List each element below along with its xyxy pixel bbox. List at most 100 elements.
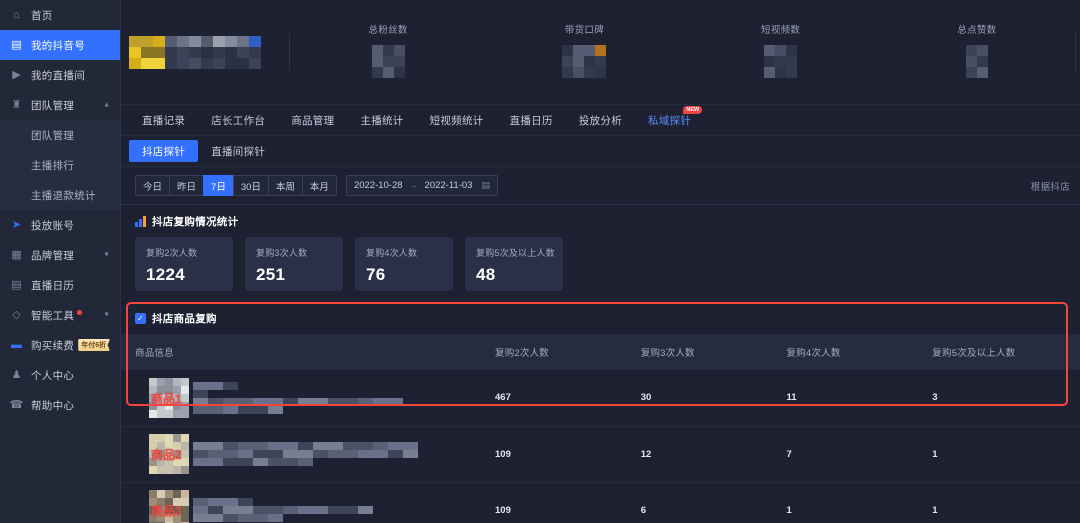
table-header: 商品信息 复购2次人数 复购3次人数 复购4次人数 复购5次及以上人数 <box>121 334 1080 370</box>
preset-30days[interactable]: 30日 <box>232 175 268 196</box>
tab-anchor-stats[interactable]: 主播统计 <box>347 113 416 128</box>
cell-repurchase-2: 109 <box>495 426 641 483</box>
col-repurchase-2: 复购2次人数 <box>495 334 641 370</box>
subtab-shop-probe[interactable]: 抖店探针 <box>129 140 199 162</box>
chevron-up-icon: ▲ <box>103 101 110 109</box>
sidebar-item-my-douyin[interactable]: ▤ 我的抖音号 <box>0 30 120 60</box>
card-value: 48 <box>476 265 496 284</box>
tab-manager-workbench[interactable]: 店长工作台 <box>198 113 278 128</box>
product-text-blurred <box>193 498 373 522</box>
douyin-account-icon: ▤ <box>11 38 22 51</box>
product-cell: 商品2 <box>135 434 495 474</box>
sidebar-item-team-management[interactable]: ♜ 团队管理 ▲ <box>0 90 120 120</box>
product-cell: 商品3 <box>135 490 495 523</box>
send-icon: ➤ <box>11 218 22 231</box>
kpi-value-blurred <box>965 44 988 78</box>
sidebar-subgroup-team: 团队管理 主播排行 主播退款统计 <box>0 120 120 210</box>
new-badge: NEW <box>683 105 703 114</box>
kpi-label: 短视频数 <box>761 24 801 36</box>
sidebar-subitem-team-management[interactable]: 团队管理 <box>0 120 120 150</box>
preset-yesterday[interactable]: 昨日 <box>169 175 204 196</box>
product-label: 商品2 <box>151 448 182 462</box>
chevron-down-icon: ▼ <box>103 251 110 259</box>
sidebar-item-my-live-room[interactable]: ▶ 我的直播间 <box>0 60 120 90</box>
sidebar-item-smart-tools[interactable]: ◇ 智能工具 ▼ <box>0 300 120 330</box>
sidebar-item-label: 智能工具 <box>31 309 75 322</box>
tab-short-video-stats[interactable]: 短视频统计 <box>417 113 497 128</box>
table-section: ✓ 抖店商品复购 商品信息 复购2次人数 复购3次人数 复购4次人数 复购5次及… <box>121 302 1080 523</box>
date-range-picker[interactable]: 2022-10-28 → 2022-11-03 ▤ <box>345 175 498 196</box>
tab-live-calendar[interactable]: 直播日历 <box>497 113 566 128</box>
cell-repurchase-2: 109 <box>495 482 641 523</box>
cell-repurchase-5plus: 1 <box>932 482 1080 523</box>
primary-tabs: 直播记录 店长工作台 商品管理 主播统计 短视频统计 直播日历 投放分析 私域探… <box>121 105 1080 136</box>
tab-private-domain-probe[interactable]: 私域探针 NEW <box>635 105 704 128</box>
cell-repurchase-2: 467 <box>495 370 641 427</box>
kpi-short-videos: 短视频数 <box>683 22 879 83</box>
table-header-row: 商品信息 复购2次人数 复购3次人数 复购4次人数 复购5次及以上人数 <box>121 334 1080 370</box>
sidebar-item-home[interactable]: ⌂ 首页 <box>0 0 120 30</box>
sidebar-subitem-anchor-refund-stats[interactable]: 主播退款统计 <box>0 180 120 210</box>
product-label: 商品1 <box>151 391 182 406</box>
stats-section-title: 抖店复购情况统计 <box>152 216 239 228</box>
sidebar-subitem-anchor-ranking[interactable]: 主播排行 <box>0 150 120 180</box>
kpi-value-blurred <box>562 44 607 78</box>
tab-product-management[interactable]: 商品管理 <box>278 113 347 128</box>
sidebar-item-help-center[interactable]: ☎ 帮助中心 <box>0 390 120 420</box>
team-icon: ♜ <box>11 98 22 111</box>
sidebar-item-label: 团队管理 <box>31 99 75 112</box>
tab-label: 私域探针 <box>648 114 692 127</box>
sidebar-item-live-calendar[interactable]: ▤ 直播日历 <box>0 270 120 300</box>
checkbox-icon[interactable]: ✓ <box>135 313 146 324</box>
filter-note: 根据抖店 <box>1030 181 1070 193</box>
table-row[interactable]: 商品1 467 30 11 3 <box>121 370 1080 427</box>
kpi-total-fans: 总粉丝数 <box>290 22 486 83</box>
tab-live-records[interactable]: 直播记录 <box>129 113 198 128</box>
sidebar-item-label: 购买续费 <box>31 339 75 352</box>
discount-badge: 年付6折 <box>78 339 111 351</box>
kpi-reputation: 带货口碑 <box>486 22 682 83</box>
kpi-label: 总粉丝数 <box>368 24 408 36</box>
stat-card-repurchase-4: 复购4次人数 76 <box>355 237 453 291</box>
preset-7days[interactable]: 7日 <box>203 175 233 196</box>
sidebar-item-brand-management[interactable]: ▦ 品牌管理 ▼ <box>0 240 120 270</box>
table-row[interactable]: 商品2 109 12 7 1 <box>121 426 1080 483</box>
stat-card-repurchase-3: 复购3次人数 251 <box>245 237 343 291</box>
table-row[interactable]: 商品3 109 6 1 1 <box>121 482 1080 523</box>
sidebar-item-purchase-renew[interactable]: ▬ 购买续费 年付6折 <box>0 330 120 360</box>
preset-this-month[interactable]: 本月 <box>301 175 337 196</box>
sidebar-item-label: 我的直播间 <box>31 69 85 82</box>
sidebar-item-label: 帮助中心 <box>31 399 75 412</box>
col-repurchase-5plus: 复购5次及以上人数 <box>932 334 1080 370</box>
card-value: 251 <box>256 265 286 284</box>
col-repurchase-4: 复购4次人数 <box>786 334 933 370</box>
card-value: 1224 <box>146 265 186 284</box>
calendar-icon: ▤ <box>11 278 22 291</box>
cell-repurchase-4: 11 <box>786 370 933 427</box>
sidebar-item-label: 首页 <box>31 9 53 22</box>
tab-ad-analysis[interactable]: 投放分析 <box>566 113 635 128</box>
subtab-liveroom-probe[interactable]: 直播间探针 <box>198 140 278 162</box>
divider <box>1075 33 1076 71</box>
date-preset-group: 今日 昨日 7日 30日 本周 本月 <box>135 175 337 196</box>
col-repurchase-3: 复购3次人数 <box>640 334 787 370</box>
cell-repurchase-3: 30 <box>640 370 787 427</box>
col-product-info: 商品信息 <box>121 334 495 370</box>
card-label: 复购2次人数 <box>146 248 198 258</box>
card-label: 复购3次人数 <box>256 248 308 258</box>
cell-repurchase-3: 6 <box>640 482 787 523</box>
cell-repurchase-3: 12 <box>640 426 787 483</box>
sidebar-item-personal-center[interactable]: ♟ 个人中心 <box>0 360 120 390</box>
product-text-blurred <box>193 381 403 414</box>
preset-this-week[interactable]: 本周 <box>267 175 302 196</box>
stat-card-repurchase-2: 复购2次人数 1224 <box>135 237 233 291</box>
preset-today[interactable]: 今日 <box>135 175 170 196</box>
sidebar-item-ad-account[interactable]: ➤ 投放账号 <box>0 210 120 240</box>
home-icon: ⌂ <box>13 8 20 21</box>
card-value: 76 <box>366 265 386 284</box>
app-root: ⌂ 首页 ▤ 我的抖音号 ▶ 我的直播间 ♜ 团队管理 ▲ 团队管理 主播排行 … <box>0 0 1080 523</box>
stat-card-repurchase-5plus: 复购5次及以上人数 48 <box>465 237 563 291</box>
card-label: 复购5次及以上人数 <box>476 248 555 258</box>
sidebar-item-label: 我的抖音号 <box>31 39 85 52</box>
calendar-icon: ▤ <box>481 180 490 190</box>
